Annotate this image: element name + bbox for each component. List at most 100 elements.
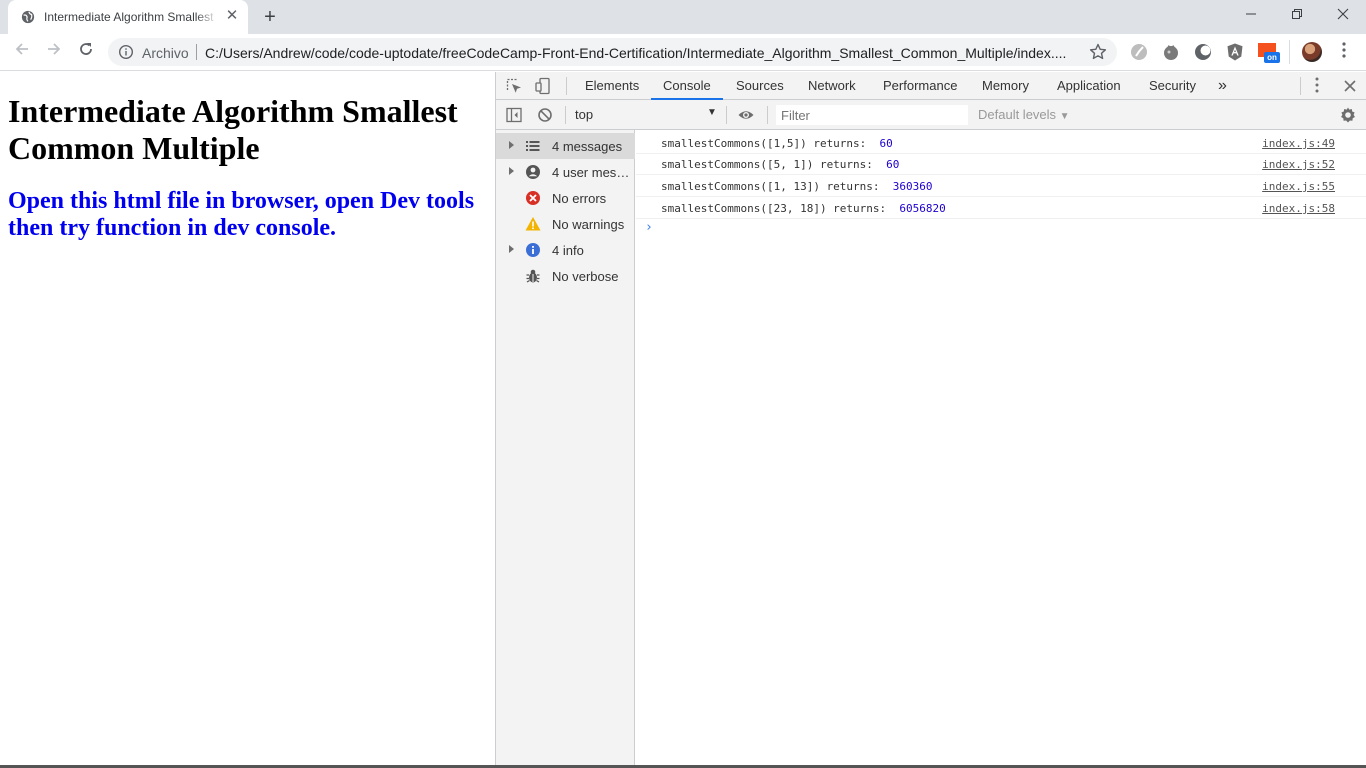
- sidebar-toggle-icon[interactable]: [505, 106, 523, 124]
- sidebar-item-label: 4 user messages: [552, 165, 632, 180]
- restore-button[interactable]: [1274, 0, 1320, 30]
- extension-feather-icon[interactable]: [1129, 42, 1149, 62]
- message-value: 6056820: [899, 202, 946, 215]
- browser-menu-button[interactable]: [1334, 42, 1354, 62]
- error-icon: [526, 191, 540, 205]
- filter-input[interactable]: [776, 105, 968, 125]
- extension-angular-icon[interactable]: [1225, 42, 1245, 62]
- inspect-element-icon[interactable]: [505, 77, 523, 95]
- address-bar[interactable]: Archivo C:/Users/Andrew/code/code-uptoda…: [108, 38, 1117, 66]
- browser-tab[interactable]: Intermediate Algorithm Smallest Common M…: [8, 0, 248, 34]
- url-text[interactable]: C:/Users/Andrew/code/code-uptodate/freeC…: [205, 45, 1075, 61]
- reload-button[interactable]: [74, 40, 98, 64]
- expand-caret-icon[interactable]: [509, 245, 514, 253]
- scheme-label: Archivo: [142, 45, 189, 61]
- source-link[interactable]: index.js:49: [1262, 137, 1335, 150]
- console-message: smallestCommons([1, 13]) returns: 360360…: [636, 175, 1366, 197]
- message-text: smallestCommons([1,5]) returns:: [661, 137, 880, 150]
- kebab-menu-icon: [1342, 42, 1346, 58]
- message-text: smallestCommons([5, 1]) returns:: [661, 158, 887, 171]
- avatar[interactable]: [1302, 42, 1322, 62]
- kebab-menu-icon: [1315, 77, 1319, 93]
- log-levels-dropdown[interactable]: Default levels ▼: [978, 107, 1070, 122]
- more-tabs-button[interactable]: »: [1218, 72, 1227, 100]
- source-link[interactable]: index.js:52: [1262, 158, 1335, 171]
- sidebar-item-info[interactable]: 4 info: [496, 237, 635, 263]
- tab-security[interactable]: Security: [1149, 72, 1196, 100]
- sidebar-item-warnings[interactable]: No warnings: [496, 211, 635, 237]
- filterbar-divider: [565, 106, 566, 124]
- sidebar-item-label: 4 info: [552, 243, 584, 258]
- extension-moon-icon[interactable]: [1193, 42, 1213, 62]
- message-text: smallestCommons([23, 18]) returns:: [661, 202, 900, 215]
- user-icon: [526, 165, 540, 179]
- sidebar-item-errors[interactable]: No errors: [496, 185, 635, 211]
- tab-close-icon[interactable]: ✕: [224, 8, 240, 24]
- clear-console-icon[interactable]: [536, 106, 554, 124]
- console-message: smallestCommons([23, 18]) returns: 60568…: [636, 197, 1366, 219]
- console-prompt[interactable]: ›: [645, 220, 653, 235]
- tabbar-divider: [566, 77, 567, 95]
- reload-icon: [80, 43, 92, 55]
- tab-elements[interactable]: Elements: [585, 72, 639, 100]
- console-sidebar: 4 messages 4 user messages No errors No …: [496, 130, 635, 768]
- page-viewport: Intermediate Algorithm Smallest Common M…: [0, 72, 495, 768]
- globe-icon: [21, 10, 35, 24]
- console-message-text: smallestCommons([1,5]) returns: 60: [661, 137, 893, 150]
- filterbar-divider-2: [726, 106, 727, 124]
- filterbar-divider-3: [767, 106, 768, 124]
- log-levels-label: Default levels: [978, 107, 1057, 122]
- bug-icon: [526, 269, 540, 283]
- tab-console[interactable]: Console: [663, 72, 711, 100]
- extension-tomato-icon[interactable]: [1161, 42, 1181, 62]
- arrow-left-icon: [15, 43, 28, 55]
- expand-caret-icon[interactable]: [509, 167, 514, 175]
- context-select[interactable]: top: [575, 107, 715, 122]
- devtools-menu-button[interactable]: [1315, 77, 1323, 95]
- message-value: 360360: [892, 180, 933, 193]
- forward-button[interactable]: [42, 40, 66, 64]
- toolbar-divider: [1289, 40, 1290, 64]
- omnibox-divider: [196, 44, 197, 60]
- back-button[interactable]: [10, 40, 34, 64]
- star-icon[interactable]: [1088, 42, 1108, 62]
- sidebar-item-label: No warnings: [552, 217, 625, 232]
- console-filterbar: top ▼ Default levels ▼: [496, 100, 1366, 130]
- sidebar-item-label: No verbose: [552, 269, 619, 284]
- sidebar-item-user-messages[interactable]: 4 user messages: [496, 159, 635, 185]
- tab-performance[interactable]: Performance: [883, 72, 957, 100]
- close-icon: [1337, 8, 1349, 20]
- tab-memory[interactable]: Memory: [982, 72, 1029, 100]
- sidebar-item-messages[interactable]: 4 messages: [496, 133, 635, 159]
- arrow-right-icon: [48, 43, 61, 55]
- close-devtools-icon[interactable]: [1341, 77, 1359, 95]
- eye-icon[interactable]: [737, 106, 755, 124]
- close-window-button[interactable]: [1320, 0, 1366, 30]
- devtools-tabbar: Elements Console Sources Network Perform…: [496, 72, 1366, 100]
- tab-application[interactable]: Application: [1057, 72, 1121, 100]
- console-message: smallestCommons([5, 1]) returns: 60 inde…: [636, 153, 1366, 175]
- gear-icon[interactable]: [1339, 106, 1357, 124]
- sidebar-item-label: No errors: [552, 191, 607, 206]
- chevron-down-icon: ▼: [1059, 111, 1070, 122]
- console-message-text: smallestCommons([5, 1]) returns: 60: [661, 158, 899, 171]
- extension-toggle[interactable]: on: [1258, 43, 1280, 63]
- expand-caret-icon[interactable]: [509, 141, 514, 149]
- sidebar-item-label: 4 messages: [552, 139, 623, 154]
- new-tab-button[interactable]: +: [259, 6, 281, 28]
- devtools-panel: Elements Console Sources Network Perform…: [495, 72, 1366, 768]
- warning-icon: [525, 217, 541, 231]
- device-toolbar-icon[interactable]: [534, 77, 552, 95]
- tab-sources[interactable]: Sources: [736, 72, 784, 100]
- info-icon: [526, 243, 540, 257]
- sidebar-item-verbose[interactable]: No verbose: [496, 263, 635, 289]
- chevron-down-icon: ▼: [707, 107, 717, 118]
- tab-title-fade: [196, 6, 218, 26]
- source-link[interactable]: index.js:58: [1262, 202, 1335, 215]
- minimize-button[interactable]: [1228, 0, 1274, 30]
- list-icon: [526, 141, 540, 151]
- tab-network[interactable]: Network: [808, 72, 856, 100]
- info-icon[interactable]: [118, 44, 134, 60]
- source-link[interactable]: index.js:55: [1262, 180, 1335, 193]
- tab-strip: Intermediate Algorithm Smallest Common M…: [0, 0, 1366, 34]
